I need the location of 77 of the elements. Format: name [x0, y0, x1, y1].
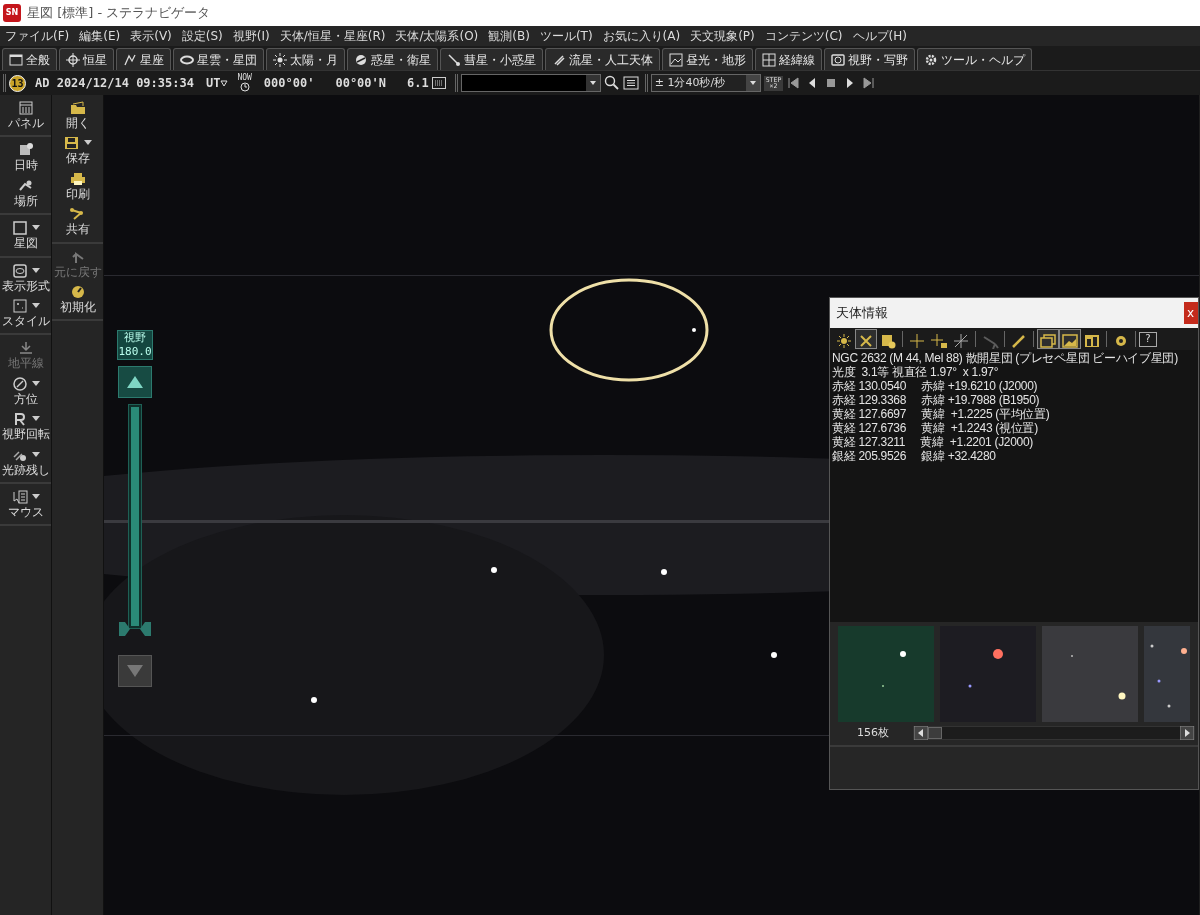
menu-item[interactable]: 天体/恒星・星座(R): [274, 27, 391, 45]
gear-icon: [924, 52, 938, 67]
crosshair-icon: [66, 52, 80, 67]
caret-icon: [745, 75, 760, 91]
side-button[interactable]: 印刷: [52, 169, 103, 203]
tab[interactable]: 全般: [2, 48, 57, 70]
timezone-dropdown[interactable]: UT: [202, 77, 232, 89]
side-button[interactable]: マウス: [0, 487, 51, 521]
tab[interactable]: 星座: [116, 48, 171, 70]
longitude-field[interactable]: 000°00': [263, 74, 315, 92]
menu-item[interactable]: 視野(I): [227, 27, 275, 45]
menu-item[interactable]: 設定(S): [176, 27, 228, 45]
floppy-icon: [63, 135, 81, 152]
tab[interactable]: 恒星: [59, 48, 114, 70]
tab[interactable]: 惑星・衛星: [347, 48, 438, 70]
square-icon: [11, 220, 29, 237]
side-button[interactable]: 視野回転: [0, 410, 51, 443]
tab[interactable]: 太陽・月: [266, 48, 345, 70]
window-title: 星図 [標準] - ステラナビゲータ: [27, 4, 211, 23]
sun-icon: [273, 52, 287, 67]
side-button[interactable]: 星図: [0, 219, 51, 252]
caret-icon: [220, 79, 229, 87]
moon-age-badge: 13: [9, 74, 26, 92]
planet-icon: [354, 52, 368, 67]
speed-dropdown[interactable]: ± 1分40秒/秒: [650, 74, 761, 92]
printer-icon: [68, 170, 87, 187]
clock-icon: [239, 82, 250, 92]
side-button[interactable]: 方位: [0, 374, 51, 408]
meteor-icon: [552, 52, 566, 67]
side-button[interactable]: 光跡残し: [0, 445, 51, 478]
side-button[interactable]: パネル: [0, 99, 51, 132]
style-icon: [11, 297, 29, 314]
side-button[interactable]: スタイル: [0, 296, 51, 330]
caret-icon: [585, 75, 600, 91]
camera-icon: [831, 52, 845, 67]
tab[interactable]: 流星・人工天体: [545, 48, 660, 70]
menu-item[interactable]: ファイル(F): [0, 27, 75, 45]
panel-icon: [16, 100, 35, 116]
menu-item[interactable]: コンテンツ(C): [759, 27, 848, 45]
list-icon[interactable]: [622, 76, 639, 90]
search-icon[interactable]: [603, 75, 620, 91]
pointer-icon: [11, 488, 29, 505]
now-button[interactable]: NOW: [234, 74, 255, 92]
tab[interactable]: 昼光・地形: [662, 48, 753, 70]
side-button[interactable]: 日時: [0, 141, 51, 174]
side-button[interactable]: 表示形式: [0, 261, 51, 294]
magnitude-field[interactable]: 6.1: [407, 74, 429, 92]
compass-icon: [11, 375, 29, 392]
folder-icon: [68, 100, 87, 116]
tab[interactable]: 視野・写野: [824, 48, 915, 70]
side-button[interactable]: 場所: [0, 176, 51, 210]
latitude-field[interactable]: 00°00'N: [335, 74, 386, 92]
app-icon: SN: [3, 4, 21, 22]
tab[interactable]: 経緯線: [755, 48, 822, 70]
tab[interactable]: 星雲・星団: [173, 48, 264, 70]
menu-item[interactable]: 表示(V): [125, 27, 177, 45]
tab[interactable]: 彗星・小惑星: [440, 48, 543, 70]
grid-icon: [762, 52, 776, 67]
constellation-icon: [123, 52, 137, 67]
datetime-field[interactable]: AD 2024/12/14 09:35:34: [35, 74, 194, 92]
comet-icon: [447, 52, 461, 67]
menu-item[interactable]: お気に入り(A): [597, 27, 686, 45]
side-button[interactable]: 初期化: [52, 282, 103, 316]
display-icon: [11, 262, 29, 279]
landscape-icon: [669, 52, 683, 67]
menu-item[interactable]: ツール(T): [534, 27, 598, 45]
side-button[interactable]: 保存: [52, 134, 103, 167]
side-button[interactable]: 開く: [52, 99, 103, 132]
menu-item[interactable]: 天文現象(P): [685, 27, 760, 45]
side-button[interactable]: 共有: [52, 205, 103, 238]
menu-item[interactable]: 天体/太陽系(O): [390, 27, 484, 45]
keypad-icon[interactable]: [431, 77, 446, 89]
menu-item[interactable]: ヘルプ(H): [847, 27, 912, 45]
menu-item[interactable]: 編集(E): [74, 27, 126, 45]
tab[interactable]: ツール・ヘルプ: [917, 48, 1032, 70]
menu-item[interactable]: 観測(B): [483, 27, 535, 45]
search-combo[interactable]: [460, 74, 601, 92]
